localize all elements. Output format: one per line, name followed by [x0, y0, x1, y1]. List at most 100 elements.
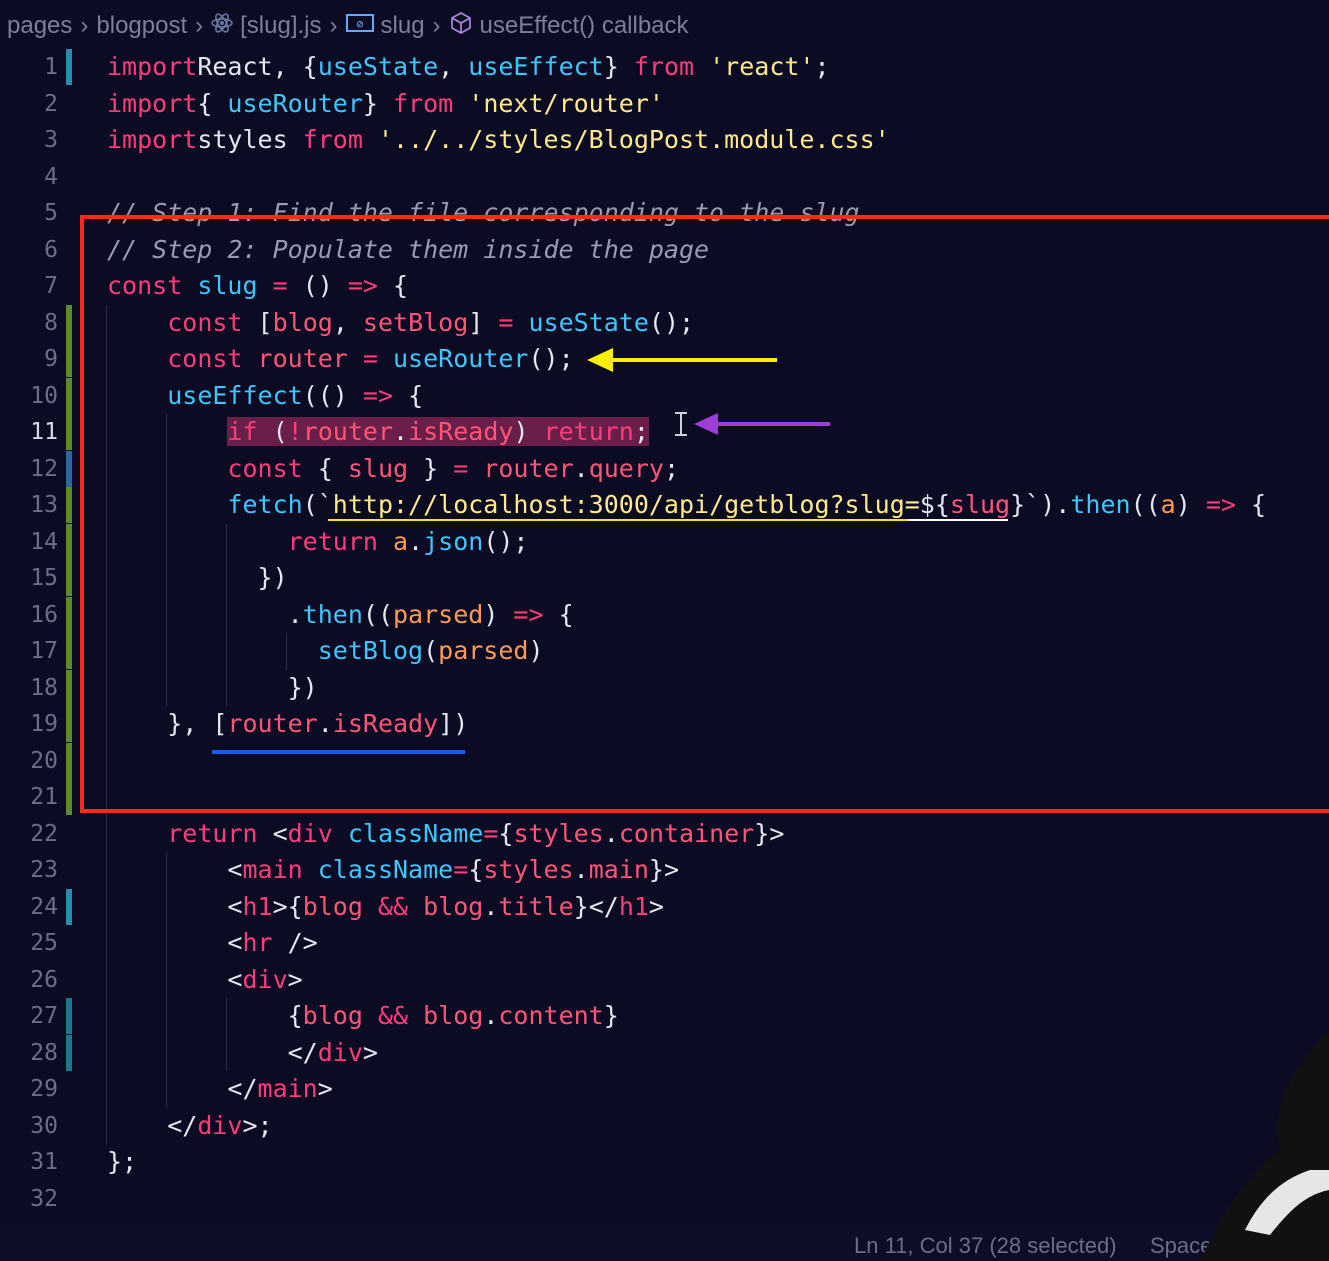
code-line[interactable]: 24 <h1>{blog && blog.title}</h1> — [0, 888, 1329, 925]
code-line[interactable]: 29 </main> — [0, 1071, 1329, 1107]
code-line[interactable]: 31}; — [0, 1144, 1329, 1180]
code-token: </ — [107, 1074, 258, 1103]
line-number: 11 — [30, 419, 58, 445]
code-token: React, { — [197, 52, 318, 81]
git-change-marker — [66, 523, 72, 560]
code-text: </main> — [107, 1071, 333, 1107]
line-number: 4 — [44, 163, 58, 190]
code-token: = — [453, 855, 469, 884]
code-token: } — [603, 1001, 619, 1030]
code-token: }> — [648, 855, 680, 884]
breadcrumb-item[interactable]: ⊘ slug — [345, 12, 425, 40]
code-token: import — [107, 88, 198, 118]
git-change-marker — [66, 633, 72, 669]
code-token: { — [498, 818, 514, 848]
code-token: content — [498, 1001, 604, 1030]
git-change-marker — [66, 341, 72, 377]
code-token: div — [197, 1110, 243, 1140]
line-number: 30 — [30, 1112, 58, 1139]
git-change-marker — [66, 560, 72, 596]
line-number: 23 — [30, 857, 58, 883]
line-number: 25 — [30, 930, 58, 956]
code-line[interactable]: 3 importstyles from '../../styles/BlogPos… — [0, 122, 1329, 158]
cube-icon — [449, 11, 473, 42]
git-change-marker — [66, 377, 72, 414]
code-line[interactable]: 32 — [0, 1181, 1329, 1217]
code-token: className — [332, 818, 484, 848]
code-token: h1 — [242, 891, 273, 921]
line-number: 15 — [30, 565, 58, 591]
breadcrumb-item[interactable]: [slug].js — [211, 12, 322, 41]
status-bar: Ln 11, Col 37 (28 selected) Spaces — [0, 1225, 1329, 1261]
code-text: importReact, {useState, useEffect} from … — [107, 49, 830, 85]
code-token: styles — [483, 855, 574, 884]
code-token: '../../styles/BlogPost.module.css' — [362, 125, 890, 154]
code-line[interactable]: 25 <hr /> — [0, 925, 1329, 961]
line-number: 16 — [30, 601, 58, 628]
line-number: 31 — [30, 1149, 58, 1175]
code-line[interactable]: 2 import{ useRouter} from 'next/router' — [0, 86, 1329, 122]
code-text: import{ useRouter} from 'next/router' — [107, 86, 664, 122]
line-number: 9 — [44, 346, 58, 372]
cursor-position[interactable]: Ln 11, Col 37 (28 selected) — [854, 1233, 1117, 1259]
breadcrumb-label: blogpost — [96, 12, 188, 39]
git-change-marker — [66, 998, 72, 1034]
code-line[interactable]: 23 <main className={styles.main}> — [0, 852, 1329, 888]
code-token: < — [107, 928, 243, 957]
breadcrumb-item[interactable]: pages — [7, 12, 72, 40]
code-text: }; — [107, 1144, 137, 1180]
code-token: }; — [107, 1147, 138, 1176]
code-token: hr — [242, 928, 273, 957]
code-text: <div> — [107, 962, 303, 998]
code-token: main — [588, 855, 649, 884]
breadcrumb-label: [slug].js — [240, 12, 322, 39]
line-number: 28 — [30, 1039, 58, 1066]
indent-guide — [166, 852, 167, 1108]
line-number: 7 — [44, 273, 58, 299]
chevron-right-icon: › — [329, 12, 338, 39]
code-token: styles — [513, 818, 604, 848]
code-token: 'next/router' — [453, 88, 664, 118]
code-line[interactable]: 1 importReact, {useState, useEffect} from… — [0, 49, 1329, 85]
text-cursor-icon — [675, 412, 687, 436]
code-token: div — [287, 818, 333, 848]
git-change-marker — [66, 742, 72, 779]
code-token: main — [242, 855, 303, 884]
code-token: >{ — [272, 891, 303, 921]
code-line[interactable]: 22 return <div className={styles.contain… — [0, 816, 1329, 852]
line-number: 17 — [30, 638, 58, 664]
code-text: </div>; — [107, 1108, 272, 1144]
breadcrumb-item[interactable]: blogpost — [96, 12, 187, 40]
breadcrumb-label: useEffect() callback — [479, 12, 689, 39]
code-token: > — [317, 1074, 333, 1103]
code-line[interactable]: 26 <div> — [0, 962, 1329, 998]
code-token: className — [302, 855, 454, 884]
purple-arrow-annotation — [694, 413, 830, 435]
code-token: main — [257, 1074, 318, 1103]
line-number: 20 — [30, 747, 58, 774]
code-token: useEffect — [468, 52, 604, 81]
code-token: > — [287, 964, 303, 994]
code-token: </ — [107, 1037, 318, 1067]
code-token: } — [603, 52, 634, 81]
code-token: < — [257, 818, 288, 848]
code-token: blog — [302, 891, 363, 921]
code-line[interactable]: 28 </div> — [0, 1034, 1329, 1071]
git-change-marker — [66, 669, 72, 706]
code-token: }> — [754, 818, 785, 848]
code-token: }</ — [573, 891, 619, 921]
line-number: 3 — [44, 127, 58, 153]
code-line[interactable]: 4 — [0, 159, 1329, 195]
breadcrumb-item[interactable]: useEffect() callback — [449, 11, 689, 42]
slug-underline — [908, 519, 1008, 521]
code-token: < — [107, 855, 243, 884]
code-token: . — [603, 818, 619, 848]
code-line[interactable]: 30 </div>; — [0, 1108, 1329, 1144]
line-number: 1 — [44, 54, 58, 80]
code-token: . — [573, 855, 589, 884]
code-token: ; — [814, 52, 830, 81]
breadcrumb-label: slug — [380, 12, 425, 39]
line-number: 8 — [44, 309, 58, 336]
code-token: && — [362, 1001, 409, 1030]
code-line[interactable]: 27 {blog && blog.content} — [0, 998, 1329, 1034]
